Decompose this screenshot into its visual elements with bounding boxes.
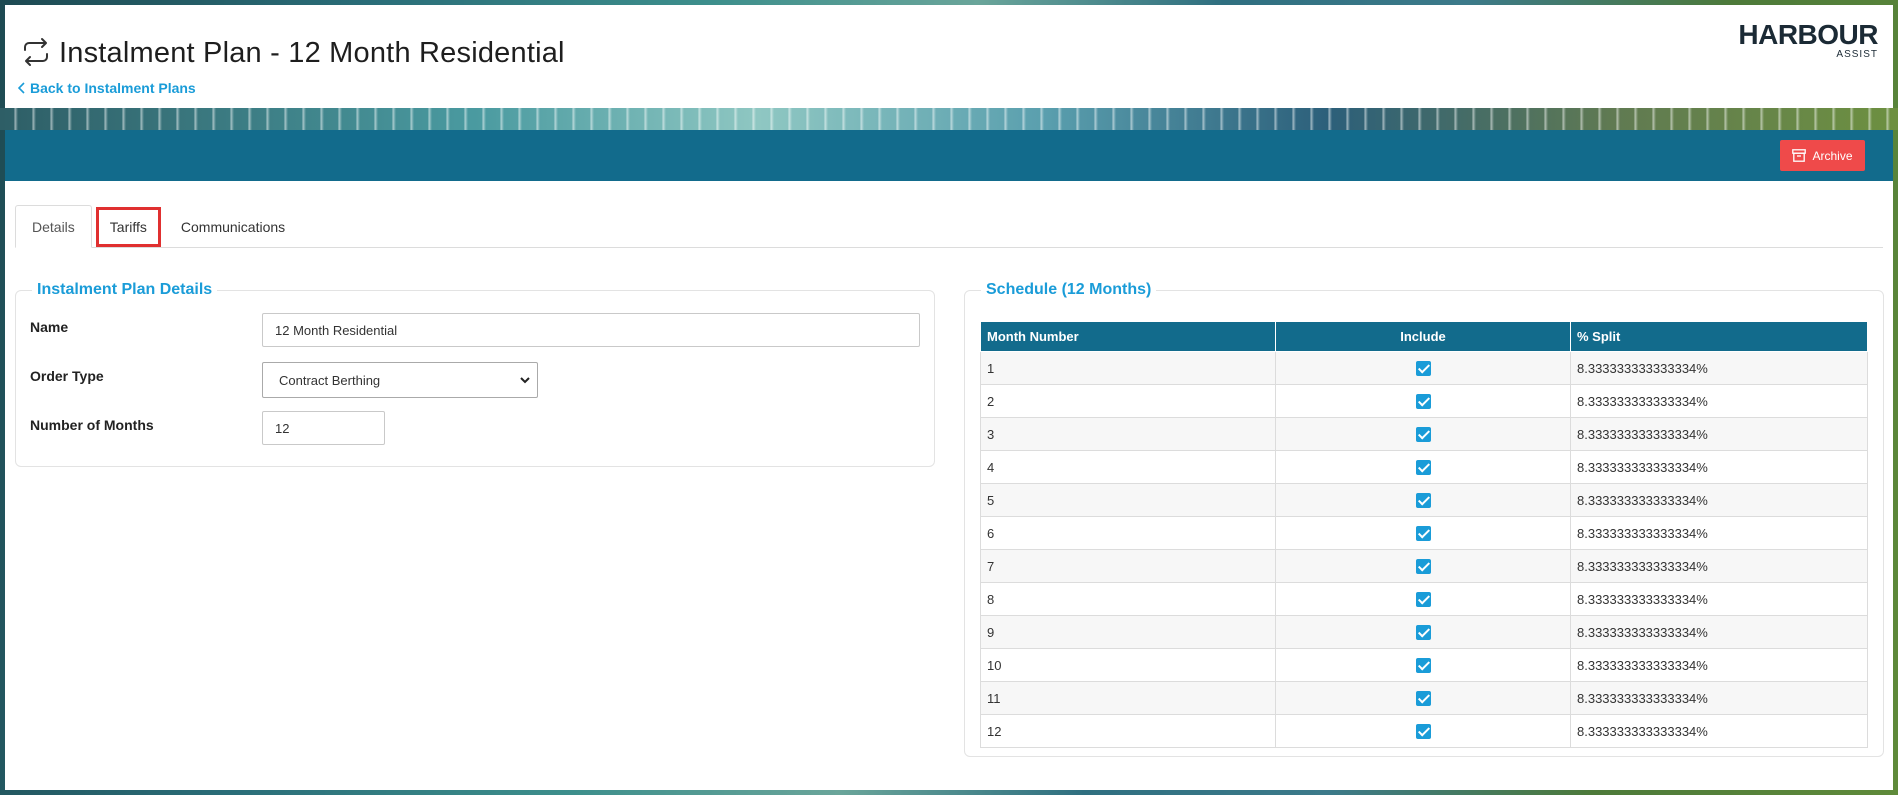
month-number-cell: 9 <box>980 615 1276 649</box>
logo-sub-text: ASSIST <box>1836 49 1878 60</box>
include-checkbox[interactable] <box>1415 559 1431 575</box>
include-checkbox[interactable] <box>1415 526 1431 542</box>
details-legend: Instalment Plan Details <box>37 281 213 298</box>
include-checkbox[interactable] <box>1415 724 1431 740</box>
month-number-cell: 12 <box>980 714 1276 748</box>
table-row: 8 8.333333333333334% <box>980 582 1868 616</box>
chevron-down-icon <box>520 377 530 384</box>
include-checkbox[interactable] <box>1415 625 1431 641</box>
include-cell <box>1275 681 1571 715</box>
include-checkbox[interactable] <box>1415 427 1431 443</box>
archive-button[interactable]: Archive <box>1780 140 1865 171</box>
page-header: Instalment Plan - 12 Month Residential B… <box>5 5 1893 108</box>
include-cell <box>1275 450 1571 484</box>
split-cell: 8.333333333333334% <box>1570 648 1868 682</box>
include-cell <box>1275 417 1571 451</box>
header-banner-image <box>0 108 1898 130</box>
tab-bar: Details Tariffs Communications <box>15 205 1883 248</box>
month-number-cell: 4 <box>980 450 1276 484</box>
name-input[interactable]: 12 Month Residential <box>262 313 920 347</box>
schedule-section: Schedule (12 Months) Month Number Includ… <box>964 281 1884 757</box>
order-type-label: Order Type <box>30 368 104 384</box>
number-of-months-input[interactable]: 12 <box>262 411 385 445</box>
include-cell <box>1275 648 1571 682</box>
order-type-value: Contract Berthing <box>279 372 381 388</box>
table-row: 2 8.333333333333334% <box>980 384 1868 418</box>
table-row: 9 8.333333333333334% <box>980 615 1868 649</box>
archive-button-label: Archive <box>1812 148 1853 163</box>
main-content: Details Tariffs Communications Instalmen… <box>5 181 1893 790</box>
table-row: 10 8.333333333333334% <box>980 648 1868 682</box>
month-number-cell: 1 <box>980 351 1276 385</box>
table-row: 4 8.333333333333334% <box>980 450 1868 484</box>
schedule-body: 1 8.333333333333334% 2 8.333333333333334% 3 8… <box>980 351 1868 748</box>
include-cell <box>1275 384 1571 418</box>
split-cell: 8.333333333333334% <box>1570 450 1868 484</box>
schedule-legend: Schedule (12 Months) <box>986 281 1152 298</box>
split-cell: 8.333333333333334% <box>1570 351 1868 385</box>
month-number-cell: 2 <box>980 384 1276 418</box>
table-row: 1 8.333333333333334% <box>980 351 1868 385</box>
split-cell: 8.333333333333334% <box>1570 384 1868 418</box>
include-cell <box>1275 549 1571 583</box>
tab-tariffs[interactable]: Tariffs <box>95 207 161 247</box>
include-checkbox[interactable] <box>1415 460 1431 476</box>
page-title: Instalment Plan - 12 Month Residential <box>59 37 565 69</box>
table-row: 6 8.333333333333334% <box>980 516 1868 550</box>
name-label: Name <box>30 319 69 335</box>
month-number-cell: 10 <box>980 648 1276 682</box>
include-cell <box>1275 516 1571 550</box>
include-cell <box>1275 351 1571 385</box>
include-checkbox[interactable] <box>1415 394 1431 410</box>
archive-icon <box>1792 149 1807 162</box>
split-cell: 8.333333333333334% <box>1570 483 1868 517</box>
include-cell <box>1275 582 1571 616</box>
logo-main-text: HARBOUR <box>1738 19 1878 50</box>
month-number-cell: 7 <box>980 549 1276 583</box>
split-cell: 8.333333333333334% <box>1570 615 1868 649</box>
include-checkbox[interactable] <box>1415 691 1431 707</box>
schedule-header-row: Month Number Include % Split <box>980 321 1868 352</box>
month-number-cell: 11 <box>980 681 1276 715</box>
back-link-label: Back to Instalment Plans <box>30 80 196 96</box>
split-cell: 8.333333333333334% <box>1570 582 1868 616</box>
harbour-assist-logo: HARBOUR ASSIST <box>1738 21 1878 61</box>
month-number-cell: 5 <box>980 483 1276 517</box>
chevron-left-icon <box>18 82 25 94</box>
include-cell <box>1275 483 1571 517</box>
back-to-instalment-plans-link[interactable]: Back to Instalment Plans <box>18 80 196 96</box>
split-cell: 8.333333333333334% <box>1570 714 1868 748</box>
instalment-plan-details-section: Instalment Plan Details Name 12 Month Re… <box>15 281 935 467</box>
month-number-cell: 6 <box>980 516 1276 550</box>
action-toolbar: Archive <box>5 130 1893 181</box>
table-row: 11 8.333333333333334% <box>980 681 1868 715</box>
schedule-table: Month Number Include % Split 1 8.33333333… <box>980 321 1868 748</box>
include-cell <box>1275 615 1571 649</box>
include-checkbox[interactable] <box>1415 361 1431 377</box>
split-cell: 8.333333333333334% <box>1570 549 1868 583</box>
order-type-select[interactable]: Contract Berthing <box>262 362 538 398</box>
split-cell: 8.333333333333334% <box>1570 516 1868 550</box>
include-checkbox[interactable] <box>1415 493 1431 509</box>
table-row: 5 8.333333333333334% <box>980 483 1868 517</box>
column-header-month-number: Month Number <box>980 321 1276 352</box>
include-cell <box>1275 714 1571 748</box>
include-checkbox[interactable] <box>1415 592 1431 608</box>
column-header-split: % Split <box>1570 321 1868 352</box>
month-number-cell: 8 <box>980 582 1276 616</box>
number-of-months-label: Number of Months <box>30 417 154 433</box>
column-header-include: Include <box>1275 321 1571 352</box>
split-cell: 8.333333333333334% <box>1570 681 1868 715</box>
table-row: 12 8.333333333333334% <box>980 714 1868 748</box>
include-checkbox[interactable] <box>1415 658 1431 674</box>
table-row: 3 8.333333333333334% <box>980 417 1868 451</box>
repeat-icon <box>24 38 48 66</box>
table-row: 7 8.333333333333334% <box>980 549 1868 583</box>
tab-details[interactable]: Details <box>15 205 92 248</box>
split-cell: 8.333333333333334% <box>1570 417 1868 451</box>
month-number-cell: 3 <box>980 417 1276 451</box>
tab-communications[interactable]: Communications <box>165 205 301 248</box>
